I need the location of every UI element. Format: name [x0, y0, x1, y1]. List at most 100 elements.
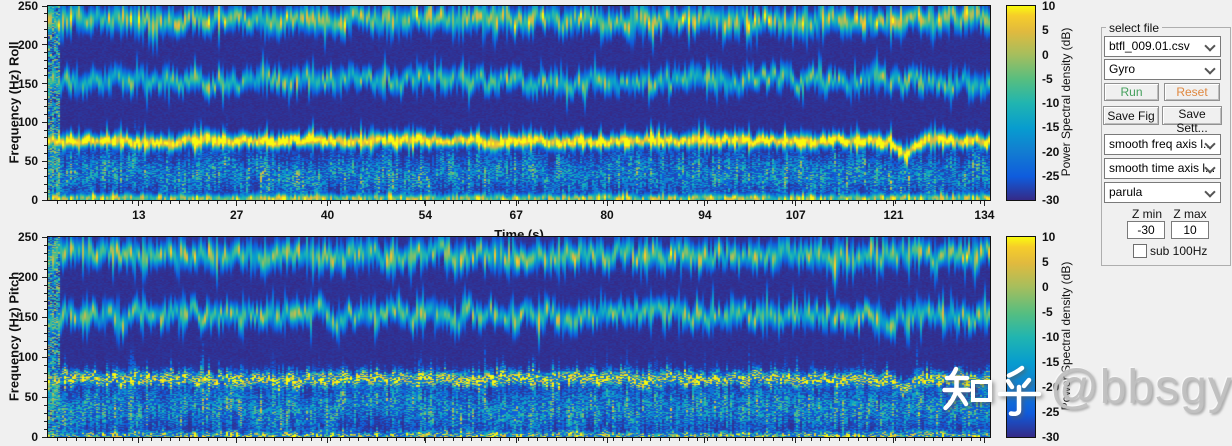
x-minor-tick: [924, 201, 925, 204]
signal-select-dropdown[interactable]: Gyro: [1104, 59, 1221, 80]
file-select-dropdown[interactable]: btfl_009.01.csv: [1104, 36, 1221, 57]
x-minor-tick: [377, 201, 378, 204]
y-minor-tick: [44, 285, 47, 286]
x-minor-tick: [283, 438, 284, 441]
y-minor-tick: [44, 75, 47, 76]
x-minor-tick: [707, 438, 708, 441]
y-minor-tick: [44, 106, 47, 107]
run-button[interactable]: Run: [1104, 83, 1159, 101]
x-minor-tick: [632, 201, 633, 204]
y-minor-tick: [44, 176, 47, 177]
x-minor-tick: [95, 438, 96, 441]
save-fig-button[interactable]: Save Fig: [1103, 106, 1159, 125]
x-minor-tick: [688, 438, 689, 441]
zmax-input[interactable]: [1171, 221, 1209, 239]
zmin-input[interactable]: [1127, 221, 1165, 239]
x-minor-tick: [933, 438, 934, 441]
colorbar-tick-label: -5: [1042, 71, 1053, 86]
x-minor-tick: [274, 438, 275, 441]
x-minor-tick: [528, 438, 529, 441]
x-minor-tick: [763, 201, 764, 204]
x-minor-tick: [453, 201, 454, 204]
x-minor-tick: [688, 201, 689, 204]
x-tick: [607, 438, 608, 443]
smooth-time-axis-dropdown[interactable]: smooth time axis l...: [1104, 158, 1221, 179]
save-settings-button[interactable]: Save Sett...: [1162, 106, 1222, 135]
x-minor-tick: [245, 438, 246, 441]
x-minor-tick: [867, 201, 868, 204]
colormap-value: parula: [1109, 185, 1143, 199]
x-minor-tick: [679, 438, 680, 441]
x-minor-tick: [622, 201, 623, 204]
y-minor-tick: [44, 309, 47, 310]
smooth-freq-axis-dropdown[interactable]: smooth freq axis l...: [1104, 134, 1221, 155]
x-minor-tick: [773, 201, 774, 204]
x-minor-tick: [942, 201, 943, 204]
x-minor-tick: [839, 201, 840, 204]
x-minor-tick: [161, 438, 162, 441]
x-minor-tick: [151, 201, 152, 204]
x-tick: [984, 438, 985, 443]
y-minor-tick: [44, 114, 47, 115]
x-minor-tick: [858, 438, 859, 441]
x-minor-tick: [302, 438, 303, 441]
chevron-down-icon: [1204, 63, 1216, 75]
x-minor-tick: [632, 438, 633, 441]
y-minor-tick: [44, 405, 47, 406]
figure: 13 27 40 54 67 80 94 107 121 134 0 50 100 150 200 250 Fr…: [0, 0, 1232, 446]
y-minor-tick: [44, 192, 47, 193]
x-minor-tick: [650, 438, 651, 441]
x-tick: [516, 201, 517, 206]
x-minor-tick: [547, 201, 548, 204]
x-tick: [236, 201, 237, 206]
x-minor-tick: [942, 438, 943, 441]
x-minor-tick: [255, 438, 256, 441]
x-minor-tick: [85, 201, 86, 204]
x-minor-tick: [952, 438, 953, 441]
x-minor-tick: [292, 438, 293, 441]
x-minor-tick: [340, 438, 341, 441]
x-minor-tick: [622, 438, 623, 441]
colorbar: [1007, 6, 1035, 200]
x-minor-tick: [123, 438, 124, 441]
x-minor-tick: [198, 201, 199, 204]
colorbar-tick-label: 5: [1042, 23, 1049, 38]
x-tick: [893, 438, 894, 443]
x-tick-label: 80: [600, 208, 614, 222]
x-tick: [704, 438, 705, 443]
y-minor-tick: [44, 168, 47, 169]
y-minor-tick: [44, 349, 47, 350]
colorbar-tick-label: -20: [1042, 380, 1060, 394]
x-minor-tick: [471, 201, 472, 204]
reset-button[interactable]: Reset: [1164, 83, 1220, 101]
y-minor-tick: [44, 341, 47, 342]
x-minor-tick: [952, 201, 953, 204]
y-tick: [42, 317, 47, 318]
spectrogram-canvas-roll: [48, 6, 990, 200]
colorbar-tick-label: -30: [1042, 193, 1060, 207]
x-minor-tick: [66, 201, 67, 204]
x-minor-tick: [641, 438, 642, 441]
chevron-down-icon: [1204, 186, 1216, 198]
x-minor-tick: [405, 438, 406, 441]
x-minor-tick: [330, 438, 331, 441]
colormap-dropdown[interactable]: parula: [1104, 182, 1221, 203]
sub-100hz-checkbox[interactable]: [1133, 244, 1147, 258]
file-select-value: btfl_009.01.csv: [1109, 39, 1190, 53]
x-minor-tick: [660, 201, 661, 204]
x-minor-tick: [782, 438, 783, 441]
x-minor-tick: [924, 438, 925, 441]
y-minor-tick: [44, 421, 47, 422]
x-minor-tick: [443, 438, 444, 441]
x-minor-tick: [745, 201, 746, 204]
colorbar-tick-label: 0: [1042, 47, 1049, 62]
x-minor-tick: [179, 438, 180, 441]
y-minor-tick: [44, 333, 47, 334]
x-tick-label: 13: [132, 208, 146, 222]
x-minor-tick: [113, 201, 114, 204]
x-minor-tick: [933, 201, 934, 204]
x-minor-tick: [368, 438, 369, 441]
x-tick: [138, 438, 139, 443]
x-minor-tick: [292, 201, 293, 204]
x-minor-tick: [594, 201, 595, 204]
